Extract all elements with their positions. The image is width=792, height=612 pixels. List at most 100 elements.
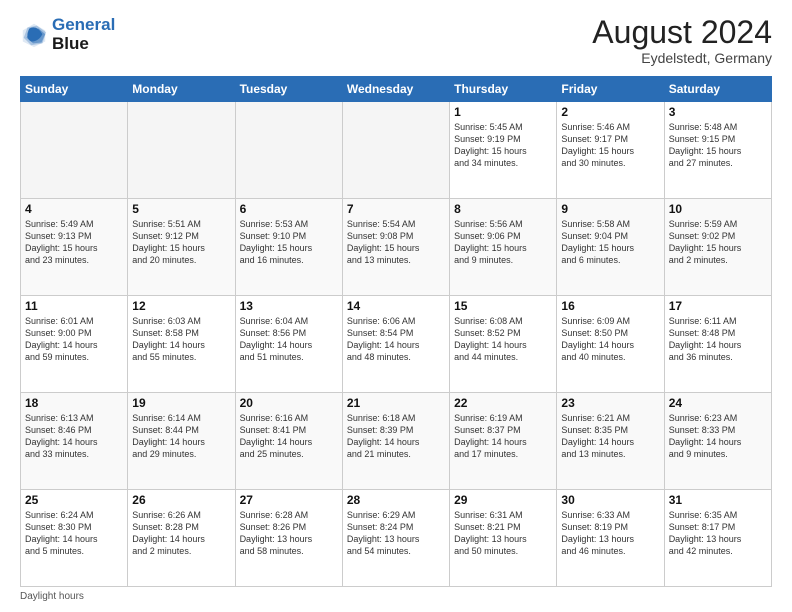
table-row: 5 Sunrise: 5:51 AMSunset: 9:12 PMDaylight… xyxy=(128,199,235,296)
day-info: Sunrise: 5:49 AMSunset: 9:13 PMDaylight:… xyxy=(25,218,123,267)
calendar-week-row: 4 Sunrise: 5:49 AMSunset: 9:13 PMDaylight… xyxy=(21,199,772,296)
col-thursday: Thursday xyxy=(450,77,557,102)
table-row: 2 Sunrise: 5:46 AMSunset: 9:17 PMDaylight… xyxy=(557,102,664,199)
table-row: 1 Sunrise: 5:45 AMSunset: 9:19 PMDaylight… xyxy=(450,102,557,199)
logo-text: General Blue xyxy=(52,16,115,53)
table-row: 6Sunrise: 5:53 AMSunset: 9:10 PMDaylight… xyxy=(235,199,342,296)
day-number: 15 xyxy=(454,299,552,313)
day-number: 26 xyxy=(132,493,230,507)
day-number: 5 xyxy=(132,202,230,216)
day-number: 8 xyxy=(454,202,552,216)
day-number: 11 xyxy=(25,299,123,313)
day-number: 12 xyxy=(132,299,230,313)
calendar-header-row: Sunday Monday Tuesday Wednesday Thursday… xyxy=(21,77,772,102)
table-row: 17 Sunrise: 6:11 AMSunset: 8:48 PMDayligh… xyxy=(664,296,771,393)
day-info: Sunrise: 6:08 AMSunset: 8:52 PMDaylight:… xyxy=(454,315,552,364)
col-monday: Monday xyxy=(128,77,235,102)
table-row xyxy=(235,102,342,199)
day-info: Sunrise: 6:33 AMSunset: 8:19 PMDaylight:… xyxy=(561,509,659,558)
day-info: Sunrise: 6:21 AMSunset: 8:35 PMDaylight:… xyxy=(561,412,659,461)
day-info: Sunrise: 6:28 AMSunset: 8:26 PMDaylight:… xyxy=(240,509,338,558)
day-number: 18 xyxy=(25,396,123,410)
day-number: 1 xyxy=(454,105,552,119)
table-row: 10Sunrise: 5:59 AMSunset: 9:02 PMDayligh… xyxy=(664,199,771,296)
table-row: 21 Sunrise: 6:18 AMSunset: 8:39 PMDayligh… xyxy=(342,393,449,490)
header: General Blue August 2024 Eydelstedt, Ger… xyxy=(20,16,772,66)
page: General Blue August 2024 Eydelstedt, Ger… xyxy=(0,0,792,612)
day-info: Sunrise: 5:45 AMSunset: 9:19 PMDaylight:… xyxy=(454,121,552,170)
calendar-week-row: 18 Sunrise: 6:13 AMSunset: 8:46 PMDayligh… xyxy=(21,393,772,490)
calendar-week-row: 11 Sunrise: 6:01 AMSunset: 9:00 PMDayligh… xyxy=(21,296,772,393)
table-row: 18 Sunrise: 6:13 AMSunset: 8:46 PMDayligh… xyxy=(21,393,128,490)
day-info: Sunrise: 6:29 AMSunset: 8:24 PMDaylight:… xyxy=(347,509,445,558)
table-row: 8 Sunrise: 5:56 AMSunset: 9:06 PMDaylight… xyxy=(450,199,557,296)
col-saturday: Saturday xyxy=(664,77,771,102)
table-row: 13Sunrise: 6:04 AMSunset: 8:56 PMDayligh… xyxy=(235,296,342,393)
day-info: Sunrise: 6:26 AMSunset: 8:28 PMDaylight:… xyxy=(132,509,230,558)
col-wednesday: Wednesday xyxy=(342,77,449,102)
day-info: Sunrise: 5:59 AMSunset: 9:02 PMDaylight:… xyxy=(669,218,767,267)
day-info: Sunrise: 6:03 AMSunset: 8:58 PMDaylight:… xyxy=(132,315,230,364)
day-info: Sunrise: 6:23 AMSunset: 8:33 PMDaylight:… xyxy=(669,412,767,461)
month-title: August 2024 xyxy=(592,16,772,48)
day-number: 27 xyxy=(240,493,338,507)
day-number: 9 xyxy=(561,202,659,216)
day-info: Sunrise: 6:13 AMSunset: 8:46 PMDaylight:… xyxy=(25,412,123,461)
calendar-table: Sunday Monday Tuesday Wednesday Thursday… xyxy=(20,76,772,587)
table-row: 3 Sunrise: 5:48 AMSunset: 9:15 PMDaylight… xyxy=(664,102,771,199)
table-row: 19 Sunrise: 6:14 AMSunset: 8:44 PMDayligh… xyxy=(128,393,235,490)
col-tuesday: Tuesday xyxy=(235,77,342,102)
day-number: 25 xyxy=(25,493,123,507)
day-number: 31 xyxy=(669,493,767,507)
table-row: 12 Sunrise: 6:03 AMSunset: 8:58 PMDayligh… xyxy=(128,296,235,393)
day-info: Sunrise: 5:53 AMSunset: 9:10 PMDaylight:… xyxy=(240,218,338,267)
day-info: Sunrise: 5:46 AMSunset: 9:17 PMDaylight:… xyxy=(561,121,659,170)
table-row: 15 Sunrise: 6:08 AMSunset: 8:52 PMDayligh… xyxy=(450,296,557,393)
day-info: Sunrise: 6:19 AMSunset: 8:37 PMDaylight:… xyxy=(454,412,552,461)
day-number: 13 xyxy=(240,299,338,313)
table-row: 28Sunrise: 6:29 AMSunset: 8:24 PMDayligh… xyxy=(342,490,449,587)
table-row: 23 Sunrise: 6:21 AMSunset: 8:35 PMDayligh… xyxy=(557,393,664,490)
day-info: Sunrise: 5:56 AMSunset: 9:06 PMDaylight:… xyxy=(454,218,552,267)
table-row xyxy=(128,102,235,199)
day-info: Sunrise: 5:54 AMSunset: 9:08 PMDaylight:… xyxy=(347,218,445,267)
table-row: 29 Sunrise: 6:31 AMSunset: 8:21 PMDayligh… xyxy=(450,490,557,587)
day-number: 4 xyxy=(25,202,123,216)
col-sunday: Sunday xyxy=(21,77,128,102)
day-number: 17 xyxy=(669,299,767,313)
table-row: 4 Sunrise: 5:49 AMSunset: 9:13 PMDaylight… xyxy=(21,199,128,296)
day-info: Sunrise: 6:31 AMSunset: 8:21 PMDaylight:… xyxy=(454,509,552,558)
day-info: Sunrise: 6:06 AMSunset: 8:54 PMDaylight:… xyxy=(347,315,445,364)
day-info: Sunrise: 6:01 AMSunset: 9:00 PMDaylight:… xyxy=(25,315,123,364)
day-info: Sunrise: 6:18 AMSunset: 8:39 PMDaylight:… xyxy=(347,412,445,461)
day-info: Sunrise: 6:09 AMSunset: 8:50 PMDaylight:… xyxy=(561,315,659,364)
day-info: Sunrise: 6:14 AMSunset: 8:44 PMDaylight:… xyxy=(132,412,230,461)
table-row: 24 Sunrise: 6:23 AMSunset: 8:33 PMDayligh… xyxy=(664,393,771,490)
col-friday: Friday xyxy=(557,77,664,102)
day-info: Sunrise: 5:58 AMSunset: 9:04 PMDaylight:… xyxy=(561,218,659,267)
day-number: 16 xyxy=(561,299,659,313)
day-number: 3 xyxy=(669,105,767,119)
table-row xyxy=(342,102,449,199)
table-row: 16 Sunrise: 6:09 AMSunset: 8:50 PMDayligh… xyxy=(557,296,664,393)
day-number: 23 xyxy=(561,396,659,410)
day-number: 20 xyxy=(240,396,338,410)
day-info: Sunrise: 5:51 AMSunset: 9:12 PMDaylight:… xyxy=(132,218,230,267)
table-row xyxy=(21,102,128,199)
day-number: 19 xyxy=(132,396,230,410)
day-number: 2 xyxy=(561,105,659,119)
day-number: 21 xyxy=(347,396,445,410)
table-row: 7 Sunrise: 5:54 AMSunset: 9:08 PMDaylight… xyxy=(342,199,449,296)
table-row: 31Sunrise: 6:35 AMSunset: 8:17 PMDayligh… xyxy=(664,490,771,587)
day-info: Sunrise: 6:11 AMSunset: 8:48 PMDaylight:… xyxy=(669,315,767,364)
day-number: 29 xyxy=(454,493,552,507)
footer-note: Daylight hours xyxy=(20,591,772,602)
day-info: Sunrise: 5:48 AMSunset: 9:15 PMDaylight:… xyxy=(669,121,767,170)
location: Eydelstedt, Germany xyxy=(592,50,772,66)
day-number: 30 xyxy=(561,493,659,507)
day-number: 7 xyxy=(347,202,445,216)
day-number: 24 xyxy=(669,396,767,410)
table-row: 27 Sunrise: 6:28 AMSunset: 8:26 PMDayligh… xyxy=(235,490,342,587)
day-number: 14 xyxy=(347,299,445,313)
table-row: 25Sunrise: 6:24 AMSunset: 8:30 PMDayligh… xyxy=(21,490,128,587)
